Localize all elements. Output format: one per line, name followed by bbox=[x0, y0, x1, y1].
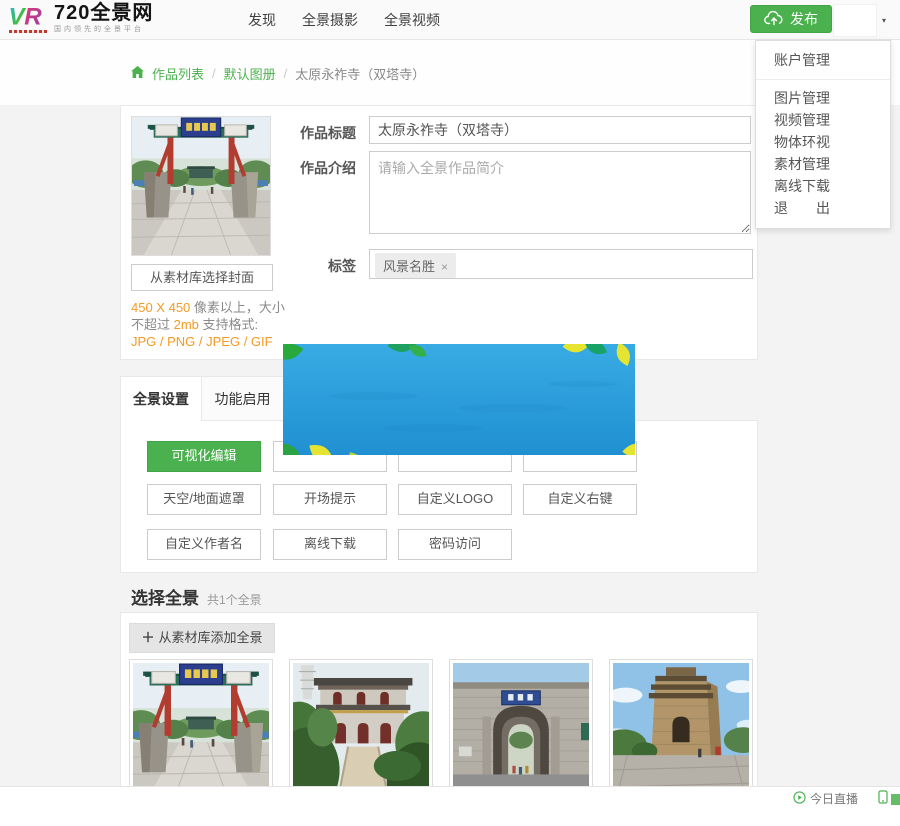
vr-logo-subtext bbox=[9, 30, 47, 33]
tab-feature-enable[interactable]: 功能启用 bbox=[202, 376, 284, 421]
cloud-upload-icon bbox=[764, 10, 784, 29]
select-pano-heading: 选择全景共1个全景 bbox=[131, 584, 262, 609]
account-dropdown-menu: 账户管理 图片管理 视频管理 物体环视 素材管理 离线下载 退 出 bbox=[755, 40, 891, 229]
vr-logo-r: R bbox=[24, 3, 42, 29]
cover-image[interactable] bbox=[131, 116, 271, 256]
tags-input[interactable]: 风景名胜× bbox=[369, 249, 753, 279]
plus-icon: ＋ bbox=[141, 630, 154, 645]
title-input[interactable] bbox=[369, 116, 751, 144]
navbar: V R 720全景网 国内领先的全景平台 发现 全景摄影 全景视频 发布 ▾ bbox=[0, 0, 900, 40]
nav-item-video[interactable]: 全景视频 bbox=[384, 10, 440, 30]
breadcrumb-separator: / bbox=[212, 66, 216, 81]
mobile-link-badge bbox=[891, 794, 900, 805]
tag-remove-icon[interactable]: × bbox=[441, 260, 448, 274]
offline-download-button[interactable]: 离线下载 bbox=[273, 529, 387, 560]
promo-banner-overlay[interactable] bbox=[283, 344, 635, 455]
site-logo[interactable]: V R 720全景网 国内领先的全景平台 bbox=[8, 3, 153, 33]
breadcrumb: 作品列表 / 默认图册 / 太原永祚寺（双塔寺） bbox=[131, 64, 425, 83]
live-today-label: 今日直播 bbox=[810, 790, 858, 807]
description-label: 作品介绍 bbox=[261, 158, 356, 178]
site-tagline: 国内领先的全景平台 bbox=[54, 26, 153, 33]
publish-button[interactable]: 发布 bbox=[750, 5, 832, 33]
custom-rightclick-button[interactable]: 自定义右键 bbox=[523, 484, 637, 515]
title-label: 作品标题 bbox=[261, 123, 356, 143]
breadcrumb-current: 太原永祚寺（双塔寺） bbox=[295, 64, 425, 83]
nav-item-photography[interactable]: 全景摄影 bbox=[302, 10, 358, 30]
menu-divider bbox=[756, 79, 890, 80]
menu-item-account[interactable]: 账户管理 bbox=[756, 41, 890, 79]
phone-icon bbox=[878, 790, 888, 809]
home-icon[interactable] bbox=[131, 66, 144, 81]
menu-item-materials[interactable]: 素材管理 bbox=[756, 153, 890, 175]
breadcrumb-works-list[interactable]: 作品列表 bbox=[152, 64, 204, 83]
menu-item-logout[interactable]: 退 出 bbox=[756, 197, 890, 219]
nav-item-discover[interactable]: 发现 bbox=[248, 10, 276, 30]
tags-label: 标签 bbox=[261, 256, 356, 276]
tab-pano-settings[interactable]: 全景设置 bbox=[120, 376, 202, 421]
menu-item-videos[interactable]: 视频管理 bbox=[756, 109, 890, 131]
avatar[interactable] bbox=[833, 4, 877, 37]
site-title: 720全景网 bbox=[54, 3, 153, 23]
live-today-link[interactable]: 今日直播 bbox=[793, 790, 858, 807]
custom-logo-button[interactable]: 自定义LOGO bbox=[398, 484, 512, 515]
breadcrumb-separator: / bbox=[284, 66, 288, 81]
chevron-down-icon[interactable]: ▾ bbox=[882, 16, 886, 25]
menu-item-object[interactable]: 物体环视 bbox=[756, 131, 890, 153]
add-pano-button[interactable]: ＋从素材库添加全景 bbox=[129, 623, 275, 653]
cover-hint-text: 450 X 450 像素以上，大小不超过 2mb 支持格式: JPG / PNG… bbox=[131, 299, 285, 350]
user-menu[interactable]: ▾ bbox=[833, 4, 886, 37]
pano-count: 共1个全景 bbox=[207, 593, 262, 607]
sky-ground-mask-button[interactable]: 天空/地面遮罩 bbox=[147, 484, 261, 515]
vr-logo-icon: V R bbox=[8, 3, 48, 33]
publish-button-label: 发布 bbox=[790, 9, 818, 29]
play-circle-icon bbox=[793, 791, 806, 807]
password-access-button[interactable]: 密码访问 bbox=[398, 529, 512, 560]
menu-item-offline[interactable]: 离线下载 bbox=[756, 175, 890, 197]
mobile-link[interactable] bbox=[878, 790, 900, 809]
bottom-toolbar: 今日直播 bbox=[0, 786, 900, 826]
menu-item-images[interactable]: 图片管理 bbox=[756, 87, 890, 109]
pano-list-panel: ＋从素材库添加全景 bbox=[120, 612, 758, 812]
opening-tip-button[interactable]: 开场提示 bbox=[273, 484, 387, 515]
description-textarea[interactable] bbox=[369, 151, 751, 234]
choose-cover-button[interactable]: 从素材库选择封面 bbox=[131, 264, 273, 291]
visual-edit-button[interactable]: 可视化编辑 bbox=[147, 441, 261, 472]
tag-chip: 风景名胜× bbox=[375, 253, 456, 278]
breadcrumb-album[interactable]: 默认图册 bbox=[224, 64, 276, 83]
custom-author-button[interactable]: 自定义作者名 bbox=[147, 529, 261, 560]
work-edit-panel: 从素材库选择封面 450 X 450 像素以上，大小不超过 2mb 支持格式: … bbox=[120, 105, 758, 360]
main-nav: 发现 全景摄影 全景视频 bbox=[248, 0, 440, 40]
